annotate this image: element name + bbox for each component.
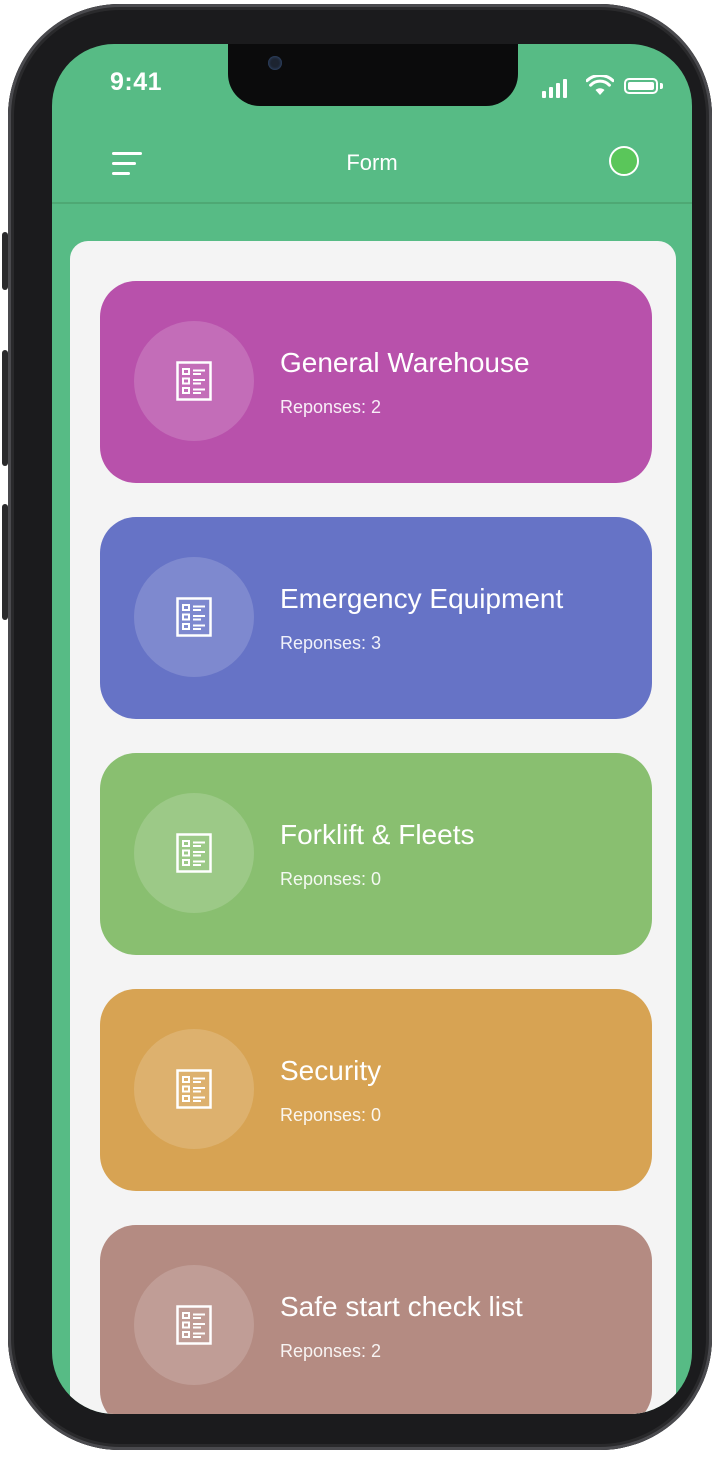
form-title: General Warehouse bbox=[280, 347, 530, 378]
form-list-icon bbox=[176, 833, 212, 873]
wifi-icon bbox=[586, 75, 614, 95]
icon-circle bbox=[134, 1029, 254, 1149]
app-header: Form bbox=[52, 124, 692, 204]
form-title: Safe start check list bbox=[280, 1291, 523, 1322]
form-list-icon bbox=[176, 597, 212, 637]
form-list-icon bbox=[176, 361, 212, 401]
form-card[interactable]: Security Reponses: 0 bbox=[100, 989, 652, 1191]
icon-circle bbox=[134, 1265, 254, 1385]
form-card[interactable]: Emergency Equipment Reponses: 3 bbox=[100, 517, 652, 719]
icon-circle bbox=[134, 793, 254, 913]
icon-circle bbox=[134, 321, 254, 441]
phone-frame: 9:41 Form General Warehouse Reponses: 2 … bbox=[2, 4, 712, 1450]
silent-switch bbox=[2, 232, 8, 290]
page-title: Form bbox=[346, 150, 398, 175]
form-title: Security bbox=[280, 1055, 382, 1086]
form-responses: Reponses: 2 bbox=[280, 397, 382, 417]
form-card[interactable]: General Warehouse Reponses: 2 bbox=[100, 281, 652, 483]
volume-up-button bbox=[2, 350, 8, 466]
form-responses: Reponses: 0 bbox=[280, 1105, 382, 1125]
form-title: Forklift & Fleets bbox=[280, 819, 475, 850]
form-card[interactable]: Forklift & Fleets Reponses: 0 bbox=[100, 753, 652, 955]
form-responses: Reponses: 0 bbox=[280, 869, 382, 889]
form-list-icon bbox=[176, 1069, 212, 1109]
camera-icon bbox=[268, 56, 282, 70]
volume-down-button bbox=[2, 504, 8, 620]
status-time: 9:41 bbox=[110, 68, 163, 96]
status-indicator[interactable] bbox=[609, 146, 639, 176]
form-responses: Reponses: 2 bbox=[280, 1341, 382, 1361]
form-title: Emergency Equipment bbox=[280, 583, 564, 614]
form-responses: Reponses: 3 bbox=[280, 633, 382, 653]
form-list-icon bbox=[176, 1305, 212, 1345]
form-list-panel: General Warehouse Reponses: 2 Emergency … bbox=[70, 241, 676, 1414]
status-indicators bbox=[542, 74, 663, 98]
battery-icon bbox=[624, 78, 658, 94]
icon-circle bbox=[134, 557, 254, 677]
notch bbox=[228, 44, 518, 106]
screen: 9:41 Form General Warehouse Reponses: 2 … bbox=[52, 44, 692, 1414]
form-card[interactable]: Safe start check list Reponses: 2 bbox=[100, 1225, 652, 1414]
